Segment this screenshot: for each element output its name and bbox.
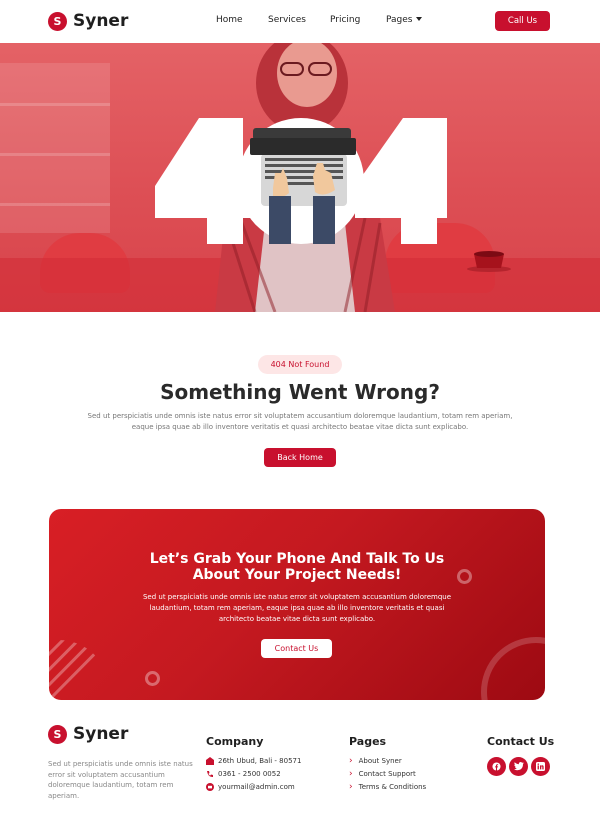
call-us-button[interactable]: Call Us xyxy=(495,11,550,31)
email-item[interactable]: yourmail@admin.com xyxy=(206,783,295,791)
chevron-right-icon: › xyxy=(349,769,353,779)
nav-home-link[interactable]: Home xyxy=(216,15,243,25)
footer-link-label: About Syner xyxy=(358,757,402,765)
chevron-down-icon xyxy=(416,17,423,21)
nav-pricing-link[interactable]: Pricing xyxy=(330,15,360,25)
location-icon xyxy=(206,757,214,765)
shelf-line xyxy=(0,153,110,156)
phone-item[interactable]: 0361 - 2500 0052 xyxy=(206,770,281,778)
error-description: Sed ut perspiciatis unde omnis iste natu… xyxy=(87,412,513,431)
nav-pages-label: Pages xyxy=(386,15,413,25)
linkedin-icon[interactable] xyxy=(531,757,550,776)
cta-title-line: Let’s Grab Your Phone And Talk To Us xyxy=(149,551,445,567)
decorative-ring xyxy=(145,671,160,686)
twitter-icon[interactable] xyxy=(509,757,528,776)
logo-mark-icon: S xyxy=(48,724,67,744)
company-heading: Company xyxy=(206,735,264,748)
phone-text: 0361 - 2500 0052 xyxy=(218,770,281,778)
address-text: 26th Ubud, Bali - 80571 xyxy=(218,757,302,765)
contact-us-button[interactable]: Contact Us xyxy=(261,639,332,658)
nav-pages-dropdown[interactable]: Pages xyxy=(386,15,423,25)
decorative-ring xyxy=(481,637,545,700)
pages-heading: Pages xyxy=(349,735,387,748)
footer-description: Sed ut perspiciatis unde omnis iste natu… xyxy=(48,760,193,800)
back-home-button[interactable]: Back Home xyxy=(264,448,336,467)
footer-link-support[interactable]: › Contact Support xyxy=(349,769,416,779)
brand-name: Syner xyxy=(73,724,129,744)
nav-services-link[interactable]: Services xyxy=(268,15,306,25)
email-text: yourmail@admin.com xyxy=(218,783,295,791)
footer-link-label: Contact Support xyxy=(358,770,416,778)
footer-link-terms[interactable]: › Terms & Conditions xyxy=(349,782,427,792)
background-shelf xyxy=(0,63,110,233)
chevron-right-icon: › xyxy=(349,756,353,766)
contact-heading: Contact Us xyxy=(487,735,555,748)
top-navigation: S Syner Home Services Pricing Pages Call… xyxy=(0,0,600,43)
footer-link-label: Terms & Conditions xyxy=(358,783,427,791)
chevron-right-icon: › xyxy=(349,782,353,792)
404-illustration xyxy=(155,118,447,244)
decorative-stripes xyxy=(49,640,109,700)
page-title: Something Went Wrong? xyxy=(160,380,440,404)
shelf-line xyxy=(0,203,110,206)
cta-title: Let’s Grab Your Phone And Talk To Us Abo… xyxy=(49,551,545,583)
phone-icon xyxy=(206,770,214,778)
footer-link-about[interactable]: › About Syner xyxy=(349,756,402,766)
contact-cta-banner: Let’s Grab Your Phone And Talk To Us Abo… xyxy=(49,509,545,700)
cta-description: Sed ut perspiciatis unde omnis iste natu… xyxy=(142,593,452,623)
footer-logo[interactable]: S Syner xyxy=(48,724,128,744)
facebook-icon[interactable] xyxy=(487,757,506,776)
cta-title-line: About Your Project Needs! xyxy=(192,567,402,583)
address-item: 26th Ubud, Bali - 80571 xyxy=(206,757,301,765)
coffee-cup-illustration xyxy=(467,251,511,272)
shelf-line xyxy=(0,103,110,106)
status-badge: 404 Not Found xyxy=(258,355,342,374)
hero-banner xyxy=(0,43,600,312)
email-icon xyxy=(206,783,214,791)
